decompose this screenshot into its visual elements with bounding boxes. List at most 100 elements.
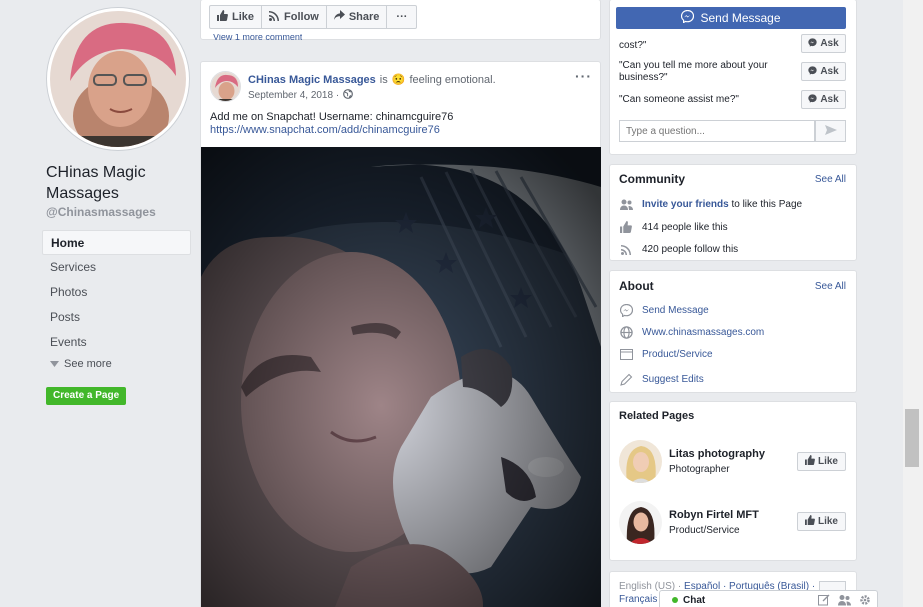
related-page-name[interactable]: Robyn Firtel MFT bbox=[669, 509, 759, 521]
gear-icon[interactable] bbox=[859, 594, 871, 607]
about-send-message-link[interactable]: Send Message bbox=[642, 305, 709, 316]
ask-button-3[interactable]: Ask bbox=[801, 90, 846, 109]
related-page-name[interactable]: Litas photography bbox=[669, 448, 765, 460]
question-input[interactable] bbox=[619, 120, 815, 142]
view-more-comments-link[interactable]: View 1 more comment bbox=[213, 34, 302, 40]
page-nav: Home Services Photos Posts Events bbox=[42, 230, 191, 355]
post-text: Add me on Snapchat! Username: chinamcgui… bbox=[210, 111, 454, 123]
about-card: About See All Send Message Www.chinasmas… bbox=[609, 270, 857, 393]
left-column: CHinas Magic Massages @Chinasmassages Ho… bbox=[0, 0, 200, 607]
more-options-button[interactable]: ··· bbox=[387, 5, 418, 29]
website-row[interactable]: Www.chinasmassages.com bbox=[619, 325, 764, 339]
likes-count-text: 414 people like this bbox=[642, 221, 728, 233]
related-page-avatar[interactable] bbox=[619, 501, 662, 544]
invite-friends-row: Invite your friends to like this Page bbox=[619, 197, 802, 211]
likes-count-row: 414 people like this bbox=[619, 220, 728, 234]
thumbs-up-icon bbox=[217, 10, 228, 24]
post-photo[interactable] bbox=[201, 147, 601, 607]
category-row[interactable]: Product/Service bbox=[619, 347, 713, 361]
related-page-avatar[interactable] bbox=[619, 440, 662, 483]
post-action-row: Like Follow Share ··· bbox=[209, 5, 418, 29]
rss-icon bbox=[619, 242, 633, 256]
language-link-francais[interactable]: Français ( bbox=[619, 594, 663, 605]
thumbs-up-icon bbox=[804, 515, 815, 528]
messenger-icon bbox=[681, 9, 695, 26]
globe-icon bbox=[619, 325, 633, 339]
feeling-emoji: 😟 bbox=[391, 74, 406, 86]
ask-button-2[interactable]: Ask bbox=[801, 62, 846, 81]
related-pages-title: Related Pages bbox=[619, 410, 695, 422]
like-label: Like bbox=[817, 456, 838, 467]
new-message-icon[interactable] bbox=[818, 594, 830, 607]
about-see-all-link[interactable]: See All bbox=[815, 281, 846, 292]
rss-icon bbox=[269, 10, 280, 24]
related-page-category: Photographer bbox=[669, 464, 730, 475]
messenger-icon bbox=[808, 93, 817, 106]
category-link[interactable]: Product/Service bbox=[642, 349, 713, 360]
post-author-avatar[interactable] bbox=[210, 71, 241, 102]
send-question-button[interactable] bbox=[815, 120, 846, 142]
chevron-down-icon bbox=[50, 358, 59, 370]
chat-actions bbox=[818, 594, 871, 607]
page-profile-picture[interactable] bbox=[47, 8, 189, 150]
previous-post-card: Like Follow Share ··· View 1 more commen… bbox=[200, 0, 601, 40]
like-label: Like bbox=[232, 11, 255, 23]
online-status-dot bbox=[672, 597, 678, 603]
messenger-icon bbox=[808, 37, 817, 50]
related-page-like-button[interactable]: Like bbox=[797, 452, 846, 471]
community-card: Community See All Invite your friends to… bbox=[609, 164, 857, 261]
nav-item-services[interactable]: Services bbox=[42, 255, 191, 280]
ask-label: Ask bbox=[820, 94, 839, 105]
send-message-label: Send Message bbox=[700, 11, 781, 25]
messenger-icon bbox=[619, 303, 633, 317]
about-send-message-row[interactable]: Send Message bbox=[619, 303, 709, 317]
friends-icon bbox=[619, 197, 633, 211]
follow-button[interactable]: Follow bbox=[262, 5, 327, 29]
feeling-text: feeling emotional. bbox=[409, 73, 496, 86]
share-button[interactable]: Share bbox=[326, 5, 388, 29]
scrollbar-thumb[interactable] bbox=[905, 409, 919, 467]
post-timestamp[interactable]: September 4, 2018 · bbox=[248, 89, 354, 102]
chat-bar[interactable]: Chat bbox=[659, 590, 878, 607]
invite-friends-link[interactable]: Invite your friends bbox=[642, 199, 729, 210]
nav-item-home[interactable]: Home bbox=[42, 230, 191, 255]
related-pages-card: Related Pages Litas photography Photogra… bbox=[609, 401, 857, 561]
post-card: CHinas Magic Massages is 😟 feeling emoti… bbox=[200, 61, 601, 607]
post-menu-button[interactable]: ··· bbox=[575, 68, 592, 84]
post-author-name[interactable]: CHinas Magic Massages bbox=[248, 74, 376, 86]
about-title: About bbox=[619, 279, 654, 293]
pencil-icon bbox=[619, 372, 633, 386]
follows-count-row: 420 people follow this bbox=[619, 242, 738, 256]
messenger-icon bbox=[808, 65, 817, 78]
globe-icon bbox=[343, 89, 354, 102]
thumbs-up-icon bbox=[804, 455, 815, 468]
related-page-category: Product/Service bbox=[669, 525, 740, 536]
new-group-icon[interactable] bbox=[838, 594, 851, 607]
suggested-question-2: "Can you tell me more about your busines… bbox=[619, 60, 768, 83]
send-message-button[interactable]: Send Message bbox=[616, 7, 846, 29]
snapchat-link[interactable]: https://www.snapchat.com/add/chinamcguir… bbox=[210, 124, 440, 136]
related-page-like-button[interactable]: Like bbox=[797, 512, 846, 531]
follow-label: Follow bbox=[284, 11, 319, 23]
community-see-all-link[interactable]: See All bbox=[815, 174, 846, 185]
community-title: Community bbox=[619, 172, 685, 186]
page-scrollbar[interactable] bbox=[903, 0, 923, 607]
share-label: Share bbox=[348, 11, 380, 23]
suggest-edits-link[interactable]: Suggest Edits bbox=[642, 374, 704, 385]
suggested-question-1: cost?" bbox=[619, 40, 647, 51]
website-link[interactable]: Www.chinasmassages.com bbox=[642, 327, 764, 338]
create-page-button[interactable]: Create a Page bbox=[46, 387, 127, 405]
ask-button-1[interactable]: Ask bbox=[801, 34, 846, 53]
page-handle[interactable]: @Chinasmassages bbox=[46, 205, 156, 219]
ask-label: Ask bbox=[820, 66, 839, 77]
suggest-edits-row[interactable]: Suggest Edits bbox=[619, 372, 704, 386]
nav-item-posts[interactable]: Posts bbox=[42, 305, 191, 330]
nav-item-photos[interactable]: Photos bbox=[42, 280, 191, 305]
see-more-link[interactable]: See more bbox=[50, 358, 112, 370]
nav-item-events[interactable]: Events bbox=[42, 330, 191, 355]
like-page-button[interactable]: Like bbox=[209, 5, 263, 29]
post-is-text: is bbox=[379, 73, 388, 86]
chat-label: Chat bbox=[683, 594, 706, 606]
follows-count-text: 420 people follow this bbox=[642, 243, 739, 255]
tag-icon bbox=[619, 347, 633, 361]
